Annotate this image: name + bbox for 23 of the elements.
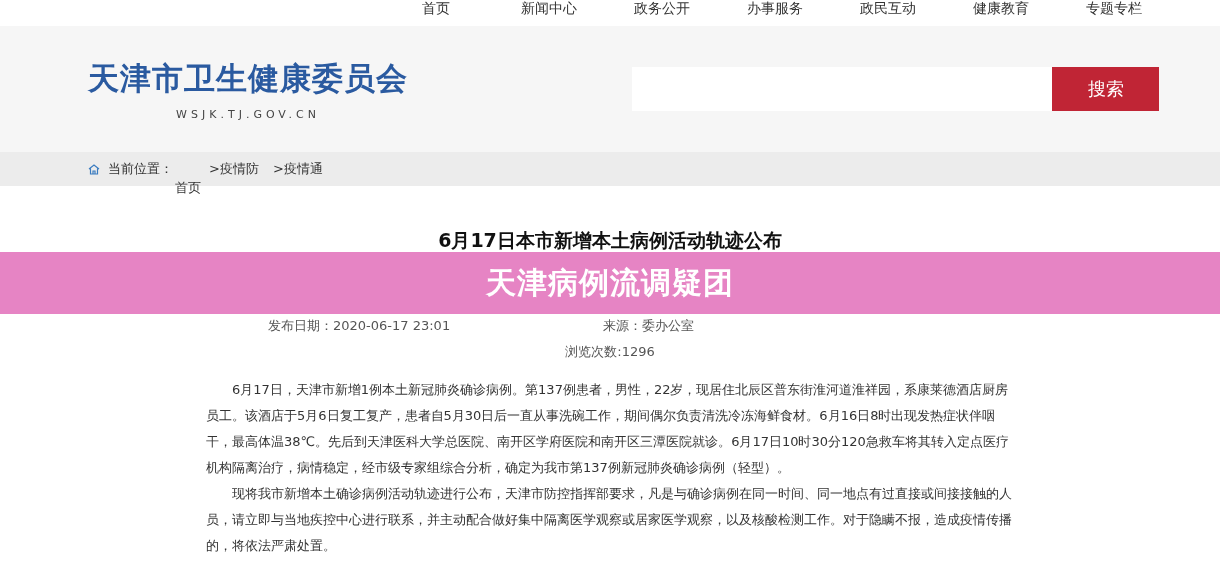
home-icon <box>88 163 100 175</box>
logo-title: 天津市卫生健康委员会 <box>88 58 408 98</box>
breadcrumb-link[interactable]: 首页 <box>175 179 201 197</box>
nav-link[interactable]: 专题专栏 <box>1057 0 1170 26</box>
caption-banner: 天津病例流调疑团 <box>0 252 1220 314</box>
article-title: 6月17日本市新增本土病例活动轨迹公布 <box>438 228 782 253</box>
breadcrumb-label: 当前位置： <box>108 160 173 178</box>
article-source: 来源：委办公室 <box>603 317 694 335</box>
article-paragraph: 6月17日，天津市新增1例本土新冠肺炎确诊病例。第137例患者，男性，22岁，现居住北辰区普东街淮河道淮祥园，系康莱德酒店厨房员工。该酒店于5月6日复工复产，患者自5月30日后一直从事洗碗工作，期间偶尔负责清洗冷冻海鲜食材。6月16日8时出现发热症状伴咽干，最高体温38℃。先后到天津医科大学总医院、南开区学府医院和南开区三潭医院就诊。6月17日10时30分120急救车将其转入定点医疗机构隔离治疗，病情稳定，经市级专家组综合分析，确定为我市第137例新冠肺炎确诊病例（轻型）。 <box>206 381 1010 477</box>
breadcrumb-link[interactable]: >疫情防 <box>209 160 259 178</box>
nav-link[interactable]: 政务公开 <box>605 0 718 26</box>
view-count: 浏览次数:1296 <box>565 343 655 361</box>
nav-link[interactable]: 新闻中心 <box>492 0 605 26</box>
publish-date: 发布日期：2020-06-17 23:01 <box>268 317 451 335</box>
article-paragraph: 现将我市新增本土确诊病例活动轨迹进行公布，天津市防控指挥部要求，凡是与确诊病例在同一时间、同一地点有过直接或间接接触的人员，请立即与当地疾控中心进行联系，并主动配合做好集中隔离医学观察或居家医学观察，以及核酸检测工作。对于隐瞒不报，造成疫情传播的，将依法严肃处置。 <box>206 485 1013 555</box>
nav-link[interactable]: 办事服务 <box>718 0 831 26</box>
nav-link[interactable]: 政民互动 <box>831 0 944 26</box>
search-button[interactable]: 搜索 <box>1052 67 1159 111</box>
logo-domain: WSJK.TJ.GOV.CN <box>176 107 320 121</box>
search-field[interactable] <box>632 67 1052 111</box>
nav-link[interactable]: 健康教育 <box>944 0 1057 26</box>
nav-link[interactable]: 首页 <box>379 0 492 26</box>
breadcrumb-link[interactable]: >疫情通 <box>272 160 323 178</box>
